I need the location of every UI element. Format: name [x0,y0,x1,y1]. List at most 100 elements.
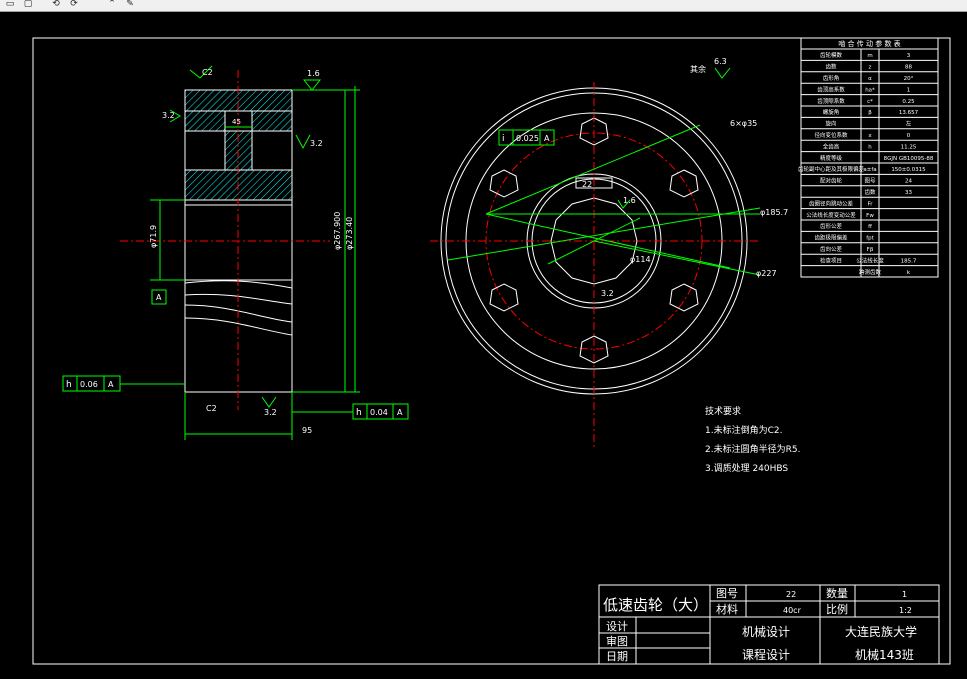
params-row-symbol: Fw [866,213,874,219]
scale-label: 比例 [826,602,848,616]
params-row-value: 0 [907,133,911,139]
params-row-value: 185.7 [901,258,917,264]
params-row-symbol: 齿数 [864,188,876,196]
params-row-symbol: m [867,53,872,59]
params-row-name: 检查项目 [820,256,842,264]
save-icon[interactable]: ▢ [22,0,34,9]
params-row-name: 齿距极限偏差 [814,234,848,242]
roughness-key-label: 3.2 [601,289,614,298]
params-row-value: 1 [907,87,911,93]
params-row-value: 左 [906,120,912,128]
chamfer-top-label: C2 [202,68,213,77]
course-line-2: 课程设计 [742,647,790,662]
tol-right-datum: A [397,408,403,417]
params-row-symbol: β [868,110,872,116]
params-row-name: 齿轮副中心距及其极限偏差 [798,165,865,173]
params-row-symbol: a±fa [863,167,876,173]
tol-left-value: 0.06 [80,380,98,389]
params-row-symbol: α [868,76,872,82]
params-row-symbol: 公法线长度 [856,256,884,264]
undo-icon[interactable]: ⟲ [50,0,62,9]
params-row-name: 齿向公差 [820,245,843,253]
params-row-symbol: h [868,144,872,150]
params-row-value: 0.25 [902,99,915,105]
roughness-right-label: 3.2 [310,139,323,148]
params-row-symbol: 跨测齿数 [859,268,882,276]
course-line-1: 机械设计 [742,624,790,639]
scale: 1:2 [899,606,912,615]
school-name: 大连民族大学 [845,624,917,639]
roughness-other-label: 6.3 [714,57,727,66]
params-row-value: 24 [905,179,912,185]
keyway-label: 22 [582,180,592,189]
qty: 1 [902,590,907,599]
params-row-name: 齿顶高系数 [817,85,845,93]
params-row-symbol: z [869,65,872,71]
material: 40cr [783,606,802,615]
part-name: 低速齿轮（大） [603,596,708,614]
tech-item: 2.未标注圆角半径为R5. [705,445,801,455]
tol-left-datum: A [108,380,114,389]
params-row-symbol: c* [867,99,873,105]
roughness-other-prefix: 其余 [690,64,706,74]
params-row-value: 33 [905,190,912,196]
params-row-symbol: Fβ [867,247,874,253]
design-label: 设计 [606,620,628,633]
params-row-value: 13.657 [899,110,919,116]
material-label: 材料 [716,602,738,616]
tol-right-symbol: h [356,408,362,418]
brush-icon[interactable]: ✎ [124,0,136,9]
tech-item: 1.未标注倒角为C2. [705,426,783,436]
params-row-name: 径向变位系数 [814,131,848,139]
front-dimensions [447,67,761,276]
params-row-name: 全齿高 [823,142,840,150]
roughness-top-label: 1.6 [307,69,320,78]
params-row-name: 齿圈径向跳动公差 [809,199,854,207]
date-label: 日期 [606,650,628,663]
params-row-name: 齿形公差 [820,222,843,230]
bore-label: φ71.9 [149,225,158,248]
params-row-name: 齿形角 [823,74,840,82]
pointer-icon[interactable]: ⌃ [106,0,118,9]
params-row-name: 齿数 [825,63,837,71]
params-row-name: 齿轮模数 [820,51,843,59]
params-row-name: 旋向 [825,120,836,128]
params-row-value: 3 [907,53,911,59]
datum-label: A [156,293,162,302]
params-row-symbol: x [868,133,872,139]
open-icon[interactable]: ▭ [4,0,16,9]
params-row-name: 螺旋角 [823,108,840,116]
params-row-symbol: 图号 [864,177,876,185]
redo-icon[interactable]: ⟳ [68,0,80,9]
params-row-symbol: Fr [867,201,873,207]
qty-label: 数量 [826,587,848,600]
hole-dia-label: 6×φ35 [730,119,757,128]
params-row-value: 8GJN GB10095-88 [884,156,934,162]
params-row-value: 20° [904,76,914,82]
draw-label: 审图 [606,634,628,648]
class-name: 机械143班 [855,647,914,662]
roughness-bottom-label: 3.2 [264,408,277,417]
dia-pitch-label: φ185.7 [760,208,788,217]
dia-outer-label: φ227 [756,269,777,278]
outer-dia-2-label: φ273.40 [345,217,354,250]
params-row-symbol: ha* [865,87,875,93]
params-row-name: 公法线长度变动公差 [806,211,856,219]
outer-dia-1-label: φ267.900 [333,212,342,250]
tech-requirements: 技术要求 1.未标注倒角为C2. 2.未标注圆角半径为R5. 3.调质处理 24… [705,403,800,479]
tol-right-value: 0.04 [370,408,388,417]
cad-drawing[interactable]: C2 C2 1.6 3.2 3.2 3.2 45 95 φ71.9 φ267.9… [0,12,967,679]
face-width-label: 95 [302,426,312,435]
params-row-name: 齿顶隙系数 [817,97,845,105]
params-row-value: 11.25 [901,144,917,150]
params-table: 啮 合 传 动 参 数 表齿轮模数 m 3 齿数 z 88 齿形角 α 20° 齿顶高系数 ha* 1… [798,37,939,278]
drawing-no: 22 [786,590,796,599]
roughness-left-label: 3.2 [162,111,175,120]
tol-center-datum: A [544,134,550,143]
drawing-no-label: 图号 [716,587,738,600]
hub-width-label: 45 [232,118,241,126]
params-row-name: 配对齿轮 [820,177,843,185]
params-row-symbol: ff [868,224,872,230]
chamfer-bottom-label: C2 [206,404,217,413]
toolbar: ▭ ▢ ⟲ ⟳ ⌃ ✎ [0,0,967,12]
